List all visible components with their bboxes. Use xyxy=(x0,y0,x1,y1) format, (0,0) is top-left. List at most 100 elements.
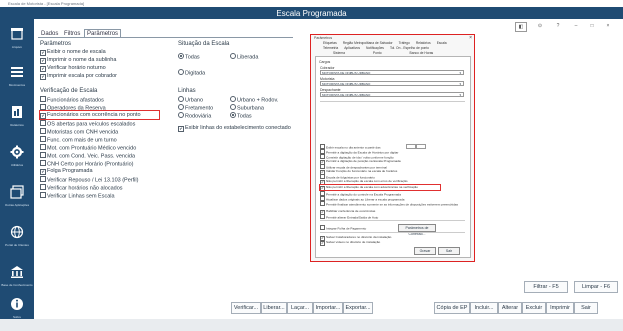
separator xyxy=(320,101,465,102)
cargos-label: Cargos xyxy=(319,60,331,64)
lacar-button[interactable]: Laçar... xyxy=(287,302,313,314)
checkbox-box xyxy=(320,214,325,219)
imprimir-button[interactable]: Imprimir xyxy=(546,302,574,314)
verificar-button[interactable]: Verificar... xyxy=(231,302,261,314)
os-title: Escala de Motorista - [Escala Programada… xyxy=(8,1,85,6)
minimize-icon[interactable]: – xyxy=(571,22,581,30)
dialog-tab[interactable]: Tráfego xyxy=(399,41,410,45)
close-icon[interactable]: × xyxy=(469,35,472,41)
checkbox-cnh-certo[interactable]: CNH Certo por Horário (Prontuário) xyxy=(40,160,134,168)
sidebar-item-label: Base de Conhecimento xyxy=(1,283,33,287)
sidebar-item-outras-aplicacoes[interactable]: Outras Aplicações xyxy=(0,179,34,219)
checkbox-box: ✔ xyxy=(178,125,184,132)
filtrar-button[interactable]: Filtrar - F5 xyxy=(524,281,568,293)
dialog-tab-ponto[interactable]: Ponto xyxy=(373,51,382,55)
radio-liberada[interactable]: Liberada xyxy=(230,53,258,61)
checkbox-imprimir-sublinha[interactable]: ✔ Imprimir o nome da sublinha xyxy=(40,57,116,64)
sidebar-item-utilitarios[interactable]: Utilitários xyxy=(0,139,34,179)
dialog-tab[interactable]: Tol. On - Espelho de ponto xyxy=(390,46,429,50)
checkbox-label: Permitir alterar Entrada/Saída de Auto xyxy=(326,215,379,220)
hora-input[interactable] xyxy=(406,144,416,149)
checkbox-box: ✔ xyxy=(40,57,46,64)
checkbox-escala-cobrador[interactable]: ✔ Imprimir escala por cobrador xyxy=(40,73,117,80)
radio-fretamento[interactable]: Fretamento xyxy=(178,104,213,112)
dialog-tab-sistema[interactable]: Sistema xyxy=(333,51,345,55)
checkbox-cnh-vencida[interactable]: Motoristas com CNH vencida xyxy=(40,128,118,136)
sidebar-item-arquivo[interactable]: Arquivo xyxy=(0,21,34,61)
checkbox-os-abertas[interactable]: OS abertas para veículos escalados xyxy=(40,120,135,128)
checkbox-repouso-lei[interactable]: Verificar Repouso / Lei 13.103 (Perfil) xyxy=(40,176,138,184)
globe-icon xyxy=(10,225,24,239)
sidebar-item-movimentos[interactable]: Movimentos xyxy=(0,59,34,99)
radio-rodoviaria[interactable]: Rodoviária xyxy=(178,112,211,120)
sair-button[interactable]: Sair xyxy=(574,302,598,314)
checkbox-exibir-nome-escala[interactable]: ✔ Exibir o nome de escala xyxy=(40,49,106,56)
attachment-icon[interactable]: ⊙ xyxy=(535,22,545,30)
checkbox-box xyxy=(40,120,46,126)
dialog-tab-banco-horas[interactable]: Banco de Horas xyxy=(410,51,434,55)
exportar-button[interactable]: Exportar... xyxy=(343,302,373,314)
checkbox-folga-programada[interactable]: ✔ Folga Programada xyxy=(40,168,93,175)
motorista-select[interactable]: MOTORISTA DE ONIBUS URBANO ▾ xyxy=(320,81,464,86)
help-icon[interactable]: ? xyxy=(553,22,563,30)
layout-toggle-icon[interactable]: ◧ xyxy=(515,22,527,32)
excluir-button[interactable]: Excluir xyxy=(522,302,546,314)
incluir-button[interactable]: Incluir... xyxy=(470,302,498,314)
copia-ep-button[interactable]: Cópia de EP xyxy=(434,302,470,314)
dialog-tab[interactable]: Aplicativos xyxy=(344,46,360,50)
close-icon[interactable]: × xyxy=(603,22,613,30)
dialog-tab[interactable]: Região Metropolitana de Salvador xyxy=(343,41,393,45)
dialog-tab[interactable]: Etiquetas xyxy=(323,41,337,45)
maximize-icon[interactable]: □ xyxy=(587,22,597,30)
dialog-sair-button[interactable]: Sair xyxy=(438,247,460,255)
gravar-button[interactable]: Gravar xyxy=(414,247,436,255)
checkbox-prontuario-medico[interactable]: Mot. com Prontuário Médico vencido xyxy=(40,144,136,152)
radio-dot xyxy=(230,96,236,102)
radio-urbano-rodov[interactable]: Urbano + Rodov. xyxy=(230,96,278,104)
parametros-conexao-button[interactable]: Parâmetros de Conexão... xyxy=(398,224,436,236)
radio-todas[interactable]: Todas xyxy=(178,53,200,61)
importar-button[interactable]: Importar... xyxy=(313,302,343,314)
checkbox-label: Permitir finalizar atendimento somente s… xyxy=(326,202,459,207)
despachante-select[interactable]: MOTORISTA DE ONIBUS URBANO ▾ xyxy=(320,92,464,97)
radio-dot xyxy=(230,112,236,118)
integrar-folha-checkbox[interactable]: Integrar Folha de Pagamento xyxy=(320,225,366,231)
checkbox-horario-noturno[interactable]: ✔ Verificar horário noturno xyxy=(40,65,106,72)
combo-value: MOTORISTA DE ONIBUS URBANO xyxy=(322,71,371,75)
sidebar-item-relatorios[interactable]: Relatórios xyxy=(0,99,34,139)
dialog-checkbox[interactable]: Permitir alterar Entrada/Saída de Auto xyxy=(320,214,378,220)
radio-linhas-todas[interactable]: Todas xyxy=(230,112,252,120)
checkbox-cond-veic[interactable]: Mot. com Cond. Veic. Pass. vencida xyxy=(40,152,135,160)
checkbox-mais-um-turno[interactable]: Func. com mais de um turno xyxy=(40,136,117,144)
dialog-tab[interactable]: Telemetria xyxy=(323,46,338,50)
salvar-videos-checkbox[interactable]: ✔ Salvar vídeos no diretório de instalaçã… xyxy=(320,240,380,246)
radio-digitada[interactable]: Digitada xyxy=(178,69,205,77)
checkbox-func-afastados[interactable]: Funcionários afastados xyxy=(40,96,104,104)
sidebar-item-portal-clientes[interactable]: Portal de Clientes xyxy=(0,219,34,259)
checkbox-label: Imprimir escala por cobrador xyxy=(47,73,117,79)
linhas-title: Linhas xyxy=(178,88,196,94)
radio-dot xyxy=(178,104,184,110)
dialog-tab[interactable]: Escala xyxy=(437,41,447,45)
radio-label: Urbano + Rodov. xyxy=(237,97,279,104)
checkbox-horarios-nao-alocados[interactable]: Verificar horários não alocados xyxy=(40,184,123,192)
dialog-tab[interactable]: Relatórios xyxy=(416,41,431,45)
verificacao-title: Verificação de Escala xyxy=(40,88,98,94)
cobrador-select[interactable]: MOTORISTA DE ONIBUS URBANO ▾ xyxy=(320,70,464,75)
checkbox-label: Funcionários afastados xyxy=(47,97,104,104)
limpar-button[interactable]: Limpar - F6 xyxy=(574,281,618,293)
checkbox-exibir-linhas[interactable]: ✔ Exibir linhas do estabelecimento conect… xyxy=(178,125,291,132)
hora-input-2[interactable] xyxy=(416,144,426,149)
radio-suburbana[interactable]: Suburbana xyxy=(230,104,264,112)
sidebar-item-sobre[interactable]: Sobre xyxy=(0,291,34,331)
checkbox-label: Exibir linhas do estabelecimento conecta… xyxy=(185,125,291,131)
checkbox-box xyxy=(40,128,46,134)
dialog-tab[interactable]: Notificações xyxy=(366,46,384,50)
menu-lines-icon xyxy=(11,67,23,77)
radio-urbano[interactable]: Urbano xyxy=(178,96,203,104)
checkbox-label: Validar Função do funcionário na escala … xyxy=(326,169,398,173)
alterar-button[interactable]: Alterar xyxy=(498,302,522,314)
liberar-button[interactable]: Liberar... xyxy=(261,302,287,314)
dialog-checkbox[interactable]: Permitir finalizar atendimento somente s… xyxy=(320,201,460,207)
checkbox-linhas-sem-escala[interactable]: Verificar Linhas sem Escala xyxy=(40,192,115,200)
